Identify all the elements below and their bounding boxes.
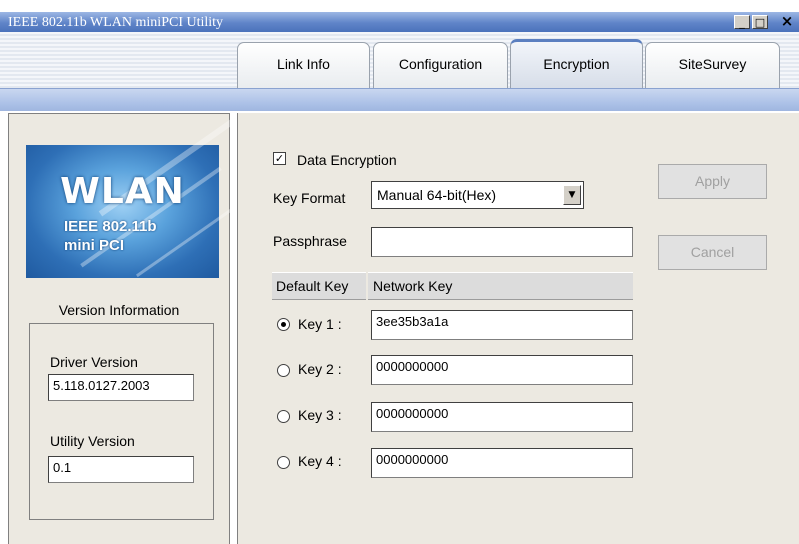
utility-version-field: 0.1 xyxy=(48,456,194,483)
key4-radio[interactable] xyxy=(277,456,290,469)
logo-line2: mini PCI xyxy=(64,237,125,254)
wlan-logo: WLAN IEEE 802.11b mini PCI xyxy=(26,119,237,278)
data-encryption-label: Data Encryption xyxy=(297,152,397,168)
key-format-select[interactable]: Manual 64-bit(Hex) ▼ xyxy=(371,181,584,209)
chevron-down-icon[interactable]: ▼ xyxy=(563,185,581,205)
key-format-value: Manual 64-bit(Hex) xyxy=(377,187,497,203)
key2-label: Key 2 : xyxy=(298,361,342,377)
key4-field[interactable]: 0000000000 xyxy=(371,448,633,478)
tab-link-info[interactable]: Link Info xyxy=(237,42,370,88)
passphrase-label: Passphrase xyxy=(273,233,347,249)
key1-label: Key 1 : xyxy=(298,316,342,332)
driver-version-field: 5.118.0127.2003 xyxy=(48,374,194,401)
cancel-button[interactable]: Cancel xyxy=(658,235,767,270)
data-encryption-checkbox[interactable]: ✓ xyxy=(273,152,286,165)
key-format-label: Key Format xyxy=(273,190,346,206)
key3-field[interactable]: 0000000000 xyxy=(371,402,633,432)
driver-version-label: Driver Version xyxy=(50,354,138,370)
network-key-header: Network Key xyxy=(368,272,633,300)
logo-title: WLAN xyxy=(60,171,185,212)
tab-encryption[interactable]: Encryption xyxy=(510,39,643,89)
default-key-header: Default Key xyxy=(272,272,366,300)
close-button[interactable]: × xyxy=(776,14,798,29)
key1-field[interactable]: 3ee35b3a1a xyxy=(371,310,633,340)
key2-field[interactable]: 0000000000 xyxy=(371,355,633,385)
tab-configuration[interactable]: Configuration xyxy=(373,42,508,88)
tab-sitesurvey[interactable]: SiteSurvey xyxy=(645,42,780,88)
key3-label: Key 3 : xyxy=(298,407,342,423)
key2-radio[interactable] xyxy=(277,364,290,377)
utility-version-label: Utility Version xyxy=(50,433,135,449)
logo-line1: IEEE 802.11b xyxy=(64,218,157,235)
window-title: IEEE 802.11b WLAN miniPCI Utility xyxy=(8,15,224,30)
key3-radio[interactable] xyxy=(277,410,290,423)
version-info-heading: Version Information xyxy=(58,302,180,318)
version-group-box xyxy=(29,323,214,520)
passphrase-field[interactable] xyxy=(371,227,633,257)
minimize-button[interactable]: _ xyxy=(734,15,750,29)
maximize-button[interactable]: □ xyxy=(752,15,768,29)
header-band xyxy=(0,88,799,111)
key1-radio[interactable] xyxy=(277,318,290,331)
key4-label: Key 4 : xyxy=(298,453,342,469)
apply-button[interactable]: Apply xyxy=(658,164,767,199)
